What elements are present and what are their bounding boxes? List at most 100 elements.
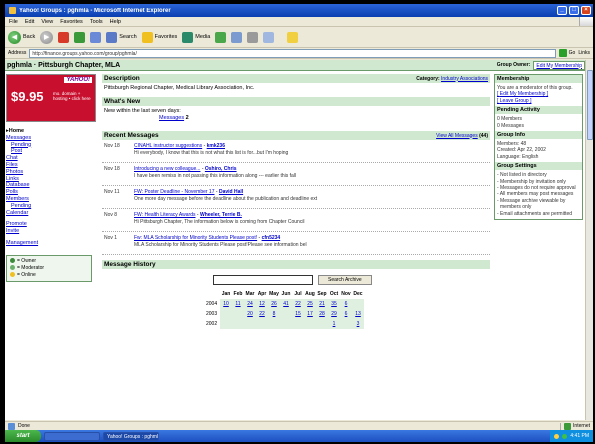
message-subject-link[interactable]: Fw: MLA Scholarship for Minority Student… bbox=[134, 235, 257, 241]
history-count-link[interactable]: 41 bbox=[283, 301, 289, 307]
scrollbar-thumb[interactable] bbox=[587, 70, 593, 140]
message-subject-link[interactable]: Introducing a new colleague... bbox=[134, 166, 200, 172]
edit-icon[interactable] bbox=[263, 31, 275, 43]
messenger-icon[interactable] bbox=[287, 31, 299, 43]
view-all-messages-link[interactable]: View All Messages bbox=[436, 133, 478, 139]
history-count-link[interactable]: 15 bbox=[295, 311, 301, 317]
forward-button[interactable]: ▶ bbox=[40, 30, 54, 44]
nav-files[interactable]: Files bbox=[6, 162, 99, 169]
nav-members[interactable]: Members bbox=[6, 196, 99, 203]
history-count-link[interactable]: 21 bbox=[319, 301, 325, 307]
vertical-scrollbar[interactable] bbox=[585, 60, 593, 420]
go-button[interactable]: Go bbox=[558, 49, 575, 57]
category-link[interactable]: Industry Associations bbox=[441, 76, 488, 82]
edit-membership-button[interactable]: Edit My Membership bbox=[533, 60, 585, 70]
nav-members-pending[interactable]: Pending bbox=[6, 203, 99, 210]
whats-new-messages-link[interactable]: Messages bbox=[159, 115, 184, 121]
history-count-link[interactable]: 1 bbox=[333, 321, 336, 327]
nav-links[interactable]: Links bbox=[6, 176, 99, 183]
history-count-link[interactable]: 8 bbox=[273, 311, 276, 317]
history-count-link[interactable]: 11 bbox=[235, 301, 240, 307]
favorites-button[interactable]: Favorites bbox=[141, 31, 177, 43]
nav-chat[interactable]: Chat bbox=[6, 155, 99, 162]
history-cell[interactable]: 22 bbox=[256, 309, 268, 319]
history-cell[interactable]: 10 bbox=[220, 299, 232, 309]
history-count-link[interactable]: 17 bbox=[307, 311, 313, 317]
history-count-link[interactable]: 20 bbox=[247, 311, 253, 317]
history-count-link[interactable]: 35 bbox=[331, 301, 337, 307]
taskbar-item[interactable] bbox=[44, 431, 100, 441]
minimize-button[interactable]: _ bbox=[557, 6, 567, 15]
history-cell[interactable]: 26 bbox=[268, 299, 280, 309]
yahoo-ad-banner[interactable]: YAHOO! $9.95 mo. domain + hosting • clic… bbox=[6, 74, 96, 122]
nav-photos[interactable]: Photos bbox=[6, 169, 99, 176]
message-author-link[interactable]: David Hall bbox=[219, 189, 243, 195]
message-author-link[interactable]: cfn5234 bbox=[262, 235, 281, 241]
menu-edit[interactable]: Edit bbox=[25, 19, 34, 25]
search-archive-button[interactable]: Search Archive bbox=[318, 275, 372, 285]
leave-group-link[interactable]: [ Leave Group ] bbox=[497, 98, 580, 104]
start-button[interactable]: start bbox=[5, 430, 41, 442]
tray-icon[interactable] bbox=[562, 433, 568, 439]
history-count-link[interactable]: 13 bbox=[355, 311, 361, 317]
nav-polls[interactable]: Polls bbox=[6, 189, 99, 196]
history-count-link[interactable]: 6 bbox=[345, 301, 348, 307]
message-subject-link[interactable]: FW: Health Literacy Awards bbox=[134, 212, 196, 218]
search-button[interactable]: Search bbox=[106, 31, 137, 43]
history-count-link[interactable]: 22 bbox=[259, 311, 265, 317]
history-cell[interactable]: 8 bbox=[268, 309, 280, 319]
history-count-link[interactable]: 22 bbox=[295, 301, 301, 307]
nav-messages[interactable]: Messages bbox=[6, 135, 99, 142]
home-icon[interactable] bbox=[90, 31, 102, 43]
history-count-link[interactable]: 3 bbox=[357, 321, 360, 327]
print-icon[interactable] bbox=[247, 31, 259, 43]
history-cell[interactable]: 6 bbox=[340, 299, 352, 309]
nav-messages-pending[interactable]: Pending bbox=[6, 142, 99, 149]
history-cell[interactable]: 1 bbox=[328, 319, 340, 329]
history-cell[interactable]: 6 bbox=[340, 309, 352, 319]
message-author-link[interactable]: kmk236 bbox=[207, 143, 225, 149]
history-count-link[interactable]: 12 bbox=[259, 301, 265, 307]
history-cell[interactable]: 25 bbox=[304, 299, 316, 309]
history-cell[interactable]: 3 bbox=[352, 319, 364, 329]
history-cell[interactable]: 12 bbox=[256, 299, 268, 309]
taskbar-item-active[interactable]: Yahoo! Groups : pghmla bbox=[103, 431, 159, 441]
history-icon[interactable] bbox=[215, 31, 227, 43]
history-count-link[interactable]: 6 bbox=[345, 311, 348, 317]
back-button[interactable]: ◀ Back bbox=[8, 30, 35, 44]
nav-management[interactable]: Management bbox=[6, 240, 99, 247]
menu-favorites[interactable]: Favorites bbox=[60, 19, 83, 25]
history-cell[interactable]: 41 bbox=[280, 299, 292, 309]
menu-file[interactable]: File bbox=[9, 19, 18, 25]
history-count-link[interactable]: 28 bbox=[319, 311, 325, 317]
history-cell[interactable]: 29 bbox=[328, 309, 340, 319]
stop-icon[interactable] bbox=[58, 31, 70, 43]
refresh-icon[interactable] bbox=[74, 31, 86, 43]
history-cell[interactable]: 20 bbox=[244, 309, 256, 319]
history-count-link[interactable]: 10 bbox=[223, 301, 229, 307]
tray-icon[interactable] bbox=[554, 433, 560, 439]
history-cell[interactable]: 15 bbox=[292, 309, 304, 319]
nav-post[interactable]: Post bbox=[6, 148, 99, 155]
message-author-link[interactable]: Wheeler, Terrie B. bbox=[200, 212, 242, 218]
history-count-link[interactable]: 24 bbox=[247, 301, 253, 307]
history-count-link[interactable]: 26 bbox=[271, 301, 277, 307]
message-subject-link[interactable]: FW: Poster Deadline - November 17 bbox=[134, 189, 215, 195]
history-cell[interactable]: 24 bbox=[244, 299, 256, 309]
history-cell[interactable]: 28 bbox=[316, 309, 328, 319]
nav-invite[interactable]: Invite bbox=[6, 228, 99, 235]
nav-home[interactable]: ▸Home bbox=[6, 128, 24, 134]
history-cell[interactable]: 11 bbox=[232, 299, 244, 309]
maximize-button[interactable]: □ bbox=[569, 6, 579, 15]
links-button[interactable]: Links bbox=[578, 50, 590, 56]
nav-database[interactable]: Database bbox=[6, 182, 99, 189]
close-button[interactable]: × bbox=[581, 6, 591, 15]
history-count-link[interactable]: 25 bbox=[307, 301, 313, 307]
address-input[interactable]: http://finance.groups.yahoo.com/group/pg… bbox=[29, 48, 556, 58]
message-subject-link[interactable]: CINAHL instructor suggestions bbox=[134, 143, 202, 149]
menu-help[interactable]: Help bbox=[110, 19, 121, 25]
menu-view[interactable]: View bbox=[41, 19, 53, 25]
history-cell[interactable]: 22 bbox=[292, 299, 304, 309]
history-count-link[interactable]: 29 bbox=[331, 311, 337, 317]
archive-search-input[interactable] bbox=[213, 275, 313, 285]
